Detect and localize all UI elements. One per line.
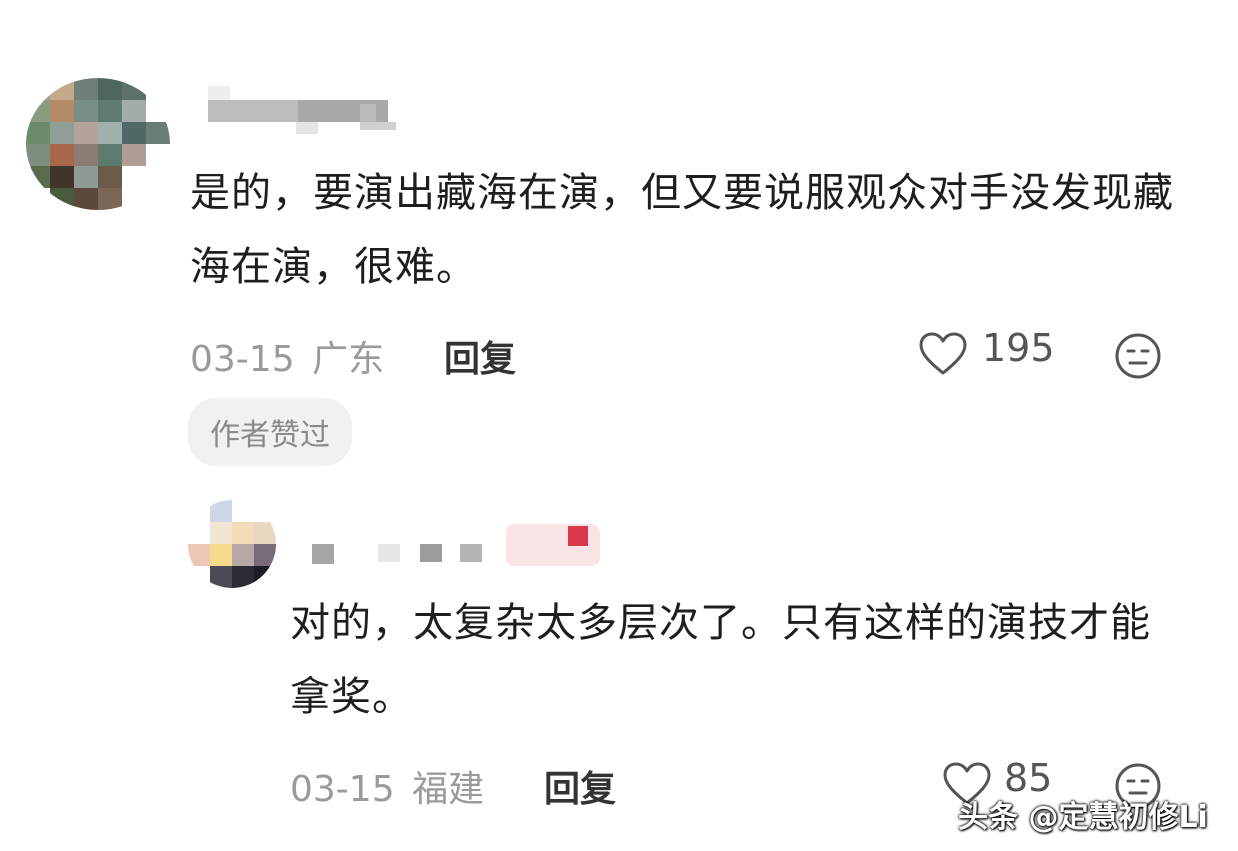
comment-meta: 03-15 广东 bbox=[190, 330, 384, 382]
watermark: 头条 @定慧初修Li bbox=[958, 800, 1208, 835]
comment-date: 03-15 bbox=[190, 339, 295, 380]
avatar[interactable] bbox=[26, 78, 170, 210]
author-liked-badge: 作者赞过 bbox=[188, 398, 352, 466]
reply-button[interactable]: 回复 bbox=[444, 330, 516, 382]
comment-date: 03-15 bbox=[290, 769, 395, 810]
reply-button[interactable]: 回复 bbox=[544, 760, 616, 812]
comment-location: 广东 bbox=[312, 339, 385, 380]
neutral-face-icon[interactable] bbox=[1114, 332, 1162, 380]
comment-text: 是的，要演出藏海在演，但又要说服观众对手没发现藏海在演，很难。 bbox=[190, 170, 1174, 290]
comment-meta: 03-15 福建 bbox=[290, 760, 484, 812]
comment-text: 对的，太复杂太多层次了。只有这样的演技才能拿奖。 bbox=[290, 600, 1151, 720]
avatar[interactable] bbox=[188, 500, 276, 588]
comment-location: 福建 bbox=[412, 769, 485, 810]
like-count: 195 bbox=[982, 326, 1055, 370]
username-blurred[interactable] bbox=[312, 522, 612, 572]
heart-outline-icon bbox=[919, 332, 967, 375]
username-blurred[interactable] bbox=[208, 86, 408, 136]
